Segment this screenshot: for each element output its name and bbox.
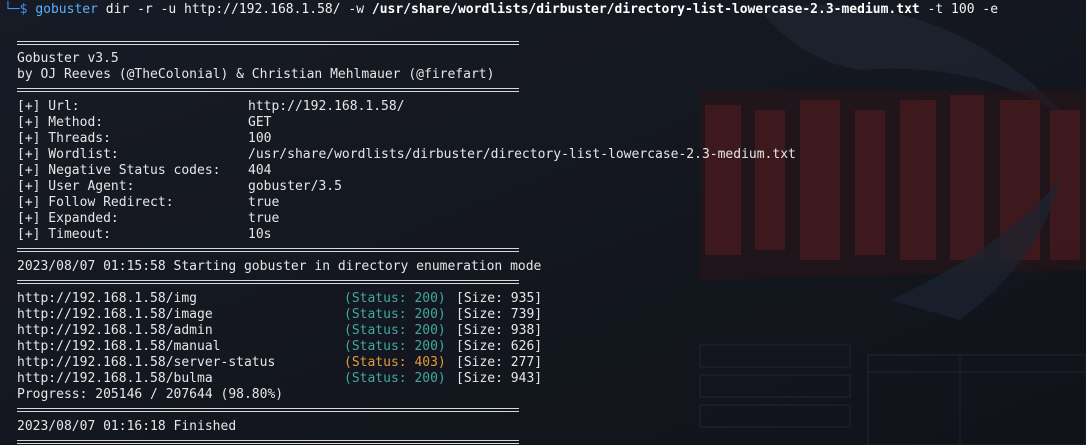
finish-message: 2023/08/07 01:16:18 Finished — [17, 419, 237, 434]
config-key: [+] Url: — [17, 99, 80, 114]
separator — [17, 41, 519, 45]
config-key: [+] Timeout: — [17, 227, 111, 242]
result-status: (Status: 200) — [344, 291, 446, 306]
config-key: [+] Negative Status codes: — [17, 163, 221, 178]
terminal-output: └─$ gobuster dir -r -u http://192.168.1.… — [0, 0, 1086, 445]
result-size: [Size: 277] — [456, 355, 543, 370]
progress-line: Progress: 205146 / 207644 (98.80%) — [17, 387, 284, 402]
result-row: http://192.168.1.58/img (Status: 200) [Siz… — [0, 291, 600, 307]
result-path: http://192.168.1.58/server-status — [17, 355, 276, 370]
separator — [17, 440, 519, 444]
config-key: [+] Follow Redirect: — [17, 195, 174, 210]
config-value: true — [248, 195, 280, 210]
config-row: [+] Negative Status codes: 404 — [0, 163, 1000, 179]
result-path: http://192.168.1.58/img — [17, 291, 198, 306]
config-value: http://192.168.1.58/ — [248, 99, 405, 114]
result-status: (Status: 200) — [344, 339, 446, 354]
config-row: [+] Expanded: true — [0, 211, 1000, 227]
result-status: (Status: 200) — [344, 307, 446, 322]
config-row: [+] Url: http://192.168.1.58/ — [0, 99, 1000, 115]
result-row: http://192.168.1.58/bulma (Status: 200) [S… — [0, 371, 600, 387]
separator — [17, 408, 519, 412]
result-status: (Status: 200) — [344, 323, 446, 338]
result-size: [Size: 943] — [456, 371, 543, 386]
config-row: [+] User Agent: gobuster/3.5 — [0, 179, 1000, 195]
config-value: 404 — [248, 163, 272, 178]
result-size: [Size: 626] — [456, 339, 543, 354]
banner-title: Gobuster v3.5 — [17, 51, 119, 66]
config-value: 100 — [248, 131, 272, 146]
separator — [17, 248, 519, 252]
config-row: [+] Method: GET — [0, 115, 1000, 131]
config-key: [+] Expanded: — [17, 211, 119, 226]
config-value: true — [248, 211, 280, 226]
config-value: gobuster/3.5 — [248, 179, 342, 194]
result-path: http://192.168.1.58/image — [17, 307, 213, 322]
config-key: [+] User Agent: — [17, 179, 135, 194]
prompt-symbol: └─$ — [4, 2, 28, 17]
result-row: http://192.168.1.58/server-status (Status… — [0, 355, 600, 371]
config-key: [+] Wordlist: — [17, 147, 119, 162]
config-row: [+] Follow Redirect: true — [0, 195, 1000, 211]
config-value: GET — [248, 115, 272, 130]
start-message: 2023/08/07 01:15:58 Starting gobuster in… — [17, 259, 542, 274]
separator — [17, 88, 519, 92]
wordlist-arg: /usr/share/wordlists/dirbuster/directory… — [371, 2, 920, 17]
result-path: http://192.168.1.58/manual — [17, 339, 221, 354]
result-path: http://192.168.1.58/admin — [17, 323, 213, 338]
result-row: http://192.168.1.58/admin (Status: 200) [S… — [0, 323, 600, 339]
result-path: http://192.168.1.58/bulma — [17, 371, 213, 386]
command-prompt: └─$ gobuster dir -r -u http://192.168.1.… — [4, 2, 998, 18]
banner-author: by OJ Reeves (@TheColonial) & Christian … — [17, 67, 495, 82]
result-row: http://192.168.1.58/image (Status: 200) [S… — [0, 307, 600, 323]
command-args-tail: -t 100 -e — [927, 2, 999, 17]
result-size: [Size: 739] — [456, 307, 543, 322]
config-key: [+] Method: — [17, 115, 104, 130]
config-value: 10s — [248, 227, 272, 242]
config-key: [+] Threads: — [17, 131, 111, 146]
command-args: dir -r -u http://192.168.1.58/ -w — [105, 2, 365, 17]
config-row: [+] Timeout: 10s — [0, 227, 1000, 243]
config-row: [+] Wordlist: /usr/share/wordlists/dirbus… — [0, 147, 1000, 163]
config-value: /usr/share/wordlists/dirbuster/directory… — [248, 147, 796, 162]
result-status: (Status: 403) — [344, 355, 446, 370]
result-row: http://192.168.1.58/manual (Status: 200) [… — [0, 339, 600, 355]
config-row: [+] Threads: 100 — [0, 131, 1000, 147]
command-name: gobuster — [35, 2, 98, 17]
result-status: (Status: 200) — [344, 371, 446, 386]
separator — [17, 280, 519, 284]
result-size: [Size: 938] — [456, 323, 543, 338]
result-size: [Size: 935] — [456, 291, 543, 306]
